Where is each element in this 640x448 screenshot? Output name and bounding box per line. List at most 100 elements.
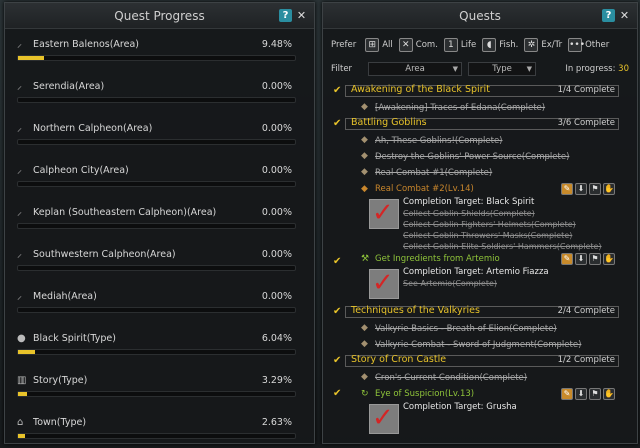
progress-bar (17, 139, 296, 145)
quest-card-header: ↻ Eye of Suspicion(Lv.13) ✎ ⬇ ⚑ ✋ (329, 387, 631, 402)
help-icon[interactable]: ? (602, 9, 615, 22)
prefer-life-toggle[interactable]: 1 Life (443, 38, 477, 52)
quest-group-name: Awakening of the Black Spirit (351, 84, 490, 95)
window-title: Quests (459, 9, 501, 23)
abandon-icon[interactable]: ✋ (603, 183, 615, 195)
quest-card-tools: ✎ ⬇ ⚑ ✋ (561, 253, 615, 265)
crossed-tools-icon: ⚒ (361, 254, 370, 264)
progress-name: Northern Calpheon(Area) (33, 123, 153, 134)
progress-percent: 6.04% (261, 333, 292, 344)
progress-row[interactable]: ⸝ Northern Calpheon(Area) 0.00% (13, 117, 306, 159)
progress-percent: 0.00% (261, 165, 292, 176)
quest-card[interactable]: ⚒ Get Ingredients from Artemio ✎ ⬇ ⚑ ✋ ✓ Comple… (329, 252, 631, 302)
window-title: Quest Progress (114, 9, 205, 23)
progress-row[interactable]: ⸝ Calpheon City(Area) 0.00% (13, 159, 306, 201)
progress-row[interactable]: ● Black Spirit(Type) 6.04% (13, 327, 306, 369)
prefer-bar: Prefer ⊞ All ✕ Com. 1 Life ◖ Fish. ✲ Ex/Tr ••• Othe… (331, 33, 629, 57)
quest-group-name: Story of Cron Castle (351, 354, 447, 365)
quest-card[interactable]: ↻ Eye of Suspicion(Lv.13) ✎ ⬇ ⚑ ✋ ✓ Completion … (329, 387, 631, 437)
checkmark-icon[interactable]: ✔ (333, 306, 341, 317)
progress-row[interactable]: ⸝ Mediah(Area) 0.00% (13, 285, 306, 327)
auto-path-icon[interactable]: ⬇ (575, 388, 587, 400)
prefer-com-toggle[interactable]: ✕ Com. (398, 38, 438, 52)
chevron-down-icon: ▼ (526, 65, 533, 73)
quest-group-header[interactable]: ✔ Techniques of the Valkyries 2/4 Complete (329, 304, 631, 320)
subquest-item[interactable]: ◆ Valkyrie Combat - Sword of Judgment(Com… (329, 337, 631, 353)
subquest-name: Valkyrie Combat - Sword of Judgment(Comp… (375, 340, 582, 350)
progress-name: Keplan (Southeastern Calpheon)(Area) (33, 207, 217, 218)
checkmark-icon[interactable]: ✔ (333, 85, 341, 96)
objective-line: See Artemio(Complete) (403, 279, 497, 288)
auto-path-icon[interactable]: ⬇ (575, 253, 587, 265)
prefer-fish-toggle[interactable]: ◖ Fish. (482, 38, 518, 52)
grid-icon: ⊞ (365, 38, 380, 52)
quest-group-header[interactable]: ✔ Battling Goblins 3/6 Complete (329, 116, 631, 132)
help-icon[interactable]: ? (279, 9, 292, 22)
quest-group-header[interactable]: ✔ Story of Cron Castle 1/2 Complete (329, 353, 631, 369)
abandon-icon[interactable]: ✋ (603, 253, 615, 265)
subquest-item[interactable]: ◆ Real Combat #1(Complete) (329, 165, 631, 181)
progress-row[interactable]: ⸝ Keplan (Southeastern Calpheon)(Area) 0.0… (13, 201, 306, 243)
auto-path-icon[interactable]: ⬇ (575, 183, 587, 195)
area-dropdown[interactable]: Area ▼ (368, 62, 463, 76)
progress-row[interactable]: ⸝ Southwestern Calpheon(Area) 0.00% (13, 243, 306, 285)
subquest-item[interactable]: ◆ [Awakening] Traces of Edana(Complete) (329, 100, 631, 116)
objective-line: Collect Goblin Shields(Complete) (403, 209, 535, 218)
window-title-bar[interactable]: Quest Progress ? ✕ (5, 3, 314, 29)
progress-bar (17, 307, 296, 313)
prefer-other-toggle[interactable]: ••• Other (568, 38, 609, 52)
complete-check-icon: ✓ (372, 268, 394, 298)
sword-icon: ⸝ (17, 165, 22, 176)
progress-row[interactable]: ⸝ Serendia(Area) 0.00% (13, 75, 306, 117)
progress-row[interactable]: ⌂ Town(Type) 2.63% (13, 411, 306, 443)
run-icon[interactable]: ⚑ (589, 253, 601, 265)
progress-row[interactable]: ⸝ Eastern Balenos(Area) 9.48% (13, 33, 306, 75)
quest-card[interactable]: ◆ Real Combat #2(Lv.14) ✎ ⬇ ⚑ ✋ ✓ Completion Ta… (329, 182, 631, 252)
quest-progress-window: Quest Progress ? ✕ ⸝ Eastern Balenos(Area… (4, 2, 315, 444)
quest-card-tools: ✎ ⬇ ⚑ ✋ (561, 183, 615, 195)
progress-row[interactable]: ▥ Story(Type) 3.29% (13, 369, 306, 411)
objective-line: Collect Goblin Fighters' Helmets(Complet… (403, 220, 576, 229)
quest-bubble-icon: ◆ (361, 167, 368, 177)
prefer-label-text: Life (460, 40, 477, 50)
town-icon: ⌂ (17, 417, 24, 428)
run-icon[interactable]: ⚑ (589, 388, 601, 400)
navigate-icon[interactable]: ✎ (561, 183, 573, 195)
prefer-label-text: Ex/Tr (541, 40, 563, 50)
window-title-bar[interactable]: Quests ? ✕ (323, 3, 637, 29)
progress-percent: 0.00% (261, 249, 292, 260)
quest-group-header[interactable]: ✔ Awakening of the Black Spirit 1/4 Comple… (329, 83, 631, 99)
progress-percent: 0.00% (261, 81, 292, 92)
progress-bar (17, 181, 296, 187)
checkmark-icon[interactable]: ✔ (333, 355, 341, 366)
quest-card-header: ◆ Real Combat #2(Lv.14) ✎ ⬇ ⚑ ✋ (329, 182, 631, 197)
abandon-icon[interactable]: ✋ (603, 388, 615, 400)
dots-icon: ••• (568, 38, 586, 52)
progress-name: Town(Type) (33, 417, 87, 428)
type-dropdown[interactable]: Type ▼ (468, 62, 537, 76)
filter-label: Filter (331, 64, 353, 74)
prefer-extr-toggle[interactable]: ✲ Ex/Tr (524, 38, 562, 52)
sword-icon: ⸝ (17, 81, 22, 92)
subquest-name: Cron's Current Condition(Complete) (375, 373, 528, 383)
progress-percent: 9.48% (261, 39, 292, 50)
subquest-item[interactable]: ◆ Ah, These Goblins!(Complete) (329, 133, 631, 149)
prefer-all-toggle[interactable]: ⊞ All (365, 38, 393, 52)
subquest-item[interactable]: ◆ Destroy the Goblins' Power Source(Compl… (329, 149, 631, 165)
subquest-name: Real Combat #1(Complete) (375, 168, 493, 178)
navigate-icon[interactable]: ✎ (561, 253, 573, 265)
progress-name: Serendia(Area) (33, 81, 105, 92)
navigate-icon[interactable]: ✎ (561, 388, 573, 400)
subquest-item[interactable]: ◆ Cron's Current Condition(Complete) (329, 370, 631, 386)
spirit-icon: ● (17, 333, 26, 344)
progress-name: Story(Type) (33, 375, 88, 386)
checkmark-icon[interactable]: ✔ (333, 118, 341, 129)
subquest-item[interactable]: ◆ Valkyrie Basics - Breath of Elion(Compl… (329, 321, 631, 337)
complete-check-icon: ✓ (372, 198, 394, 228)
close-icon[interactable]: ✕ (295, 9, 308, 22)
quest-card-title: Eye of Suspicion(Lv.13) (375, 389, 475, 399)
in-progress-number: 30 (618, 64, 629, 74)
run-icon[interactable]: ⚑ (589, 183, 601, 195)
chevron-down-icon: ▼ (452, 65, 459, 73)
close-icon[interactable]: ✕ (618, 9, 631, 22)
